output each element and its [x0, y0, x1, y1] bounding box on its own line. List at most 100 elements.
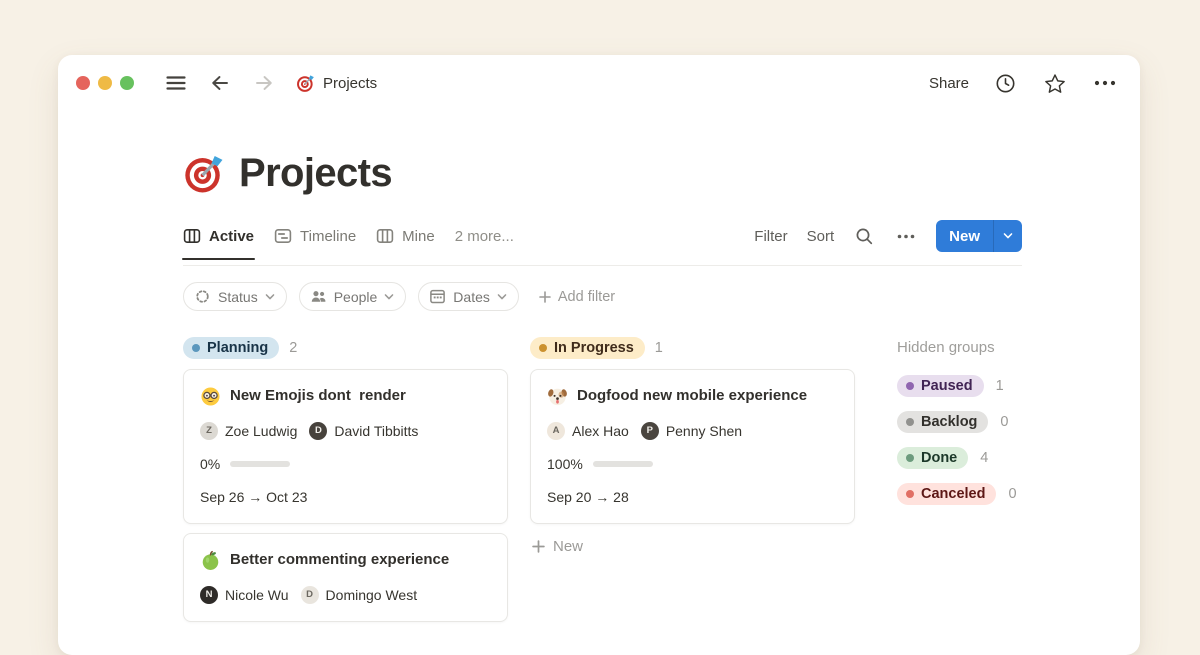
breadcrumb[interactable]: Projects: [296, 74, 377, 93]
more-options-button[interactable]: [1092, 78, 1118, 88]
chevron-down-icon: [497, 293, 507, 301]
updates-button[interactable]: [993, 71, 1018, 96]
view-tabs-row: Active Timeline Mine 2 more... Filter So…: [183, 220, 1022, 266]
traffic-lights: [76, 76, 134, 90]
page-content: Projects Active Timeline Mine 2 more...: [58, 151, 1140, 631]
search-button[interactable]: [853, 225, 876, 248]
dates-filter-chip[interactable]: Dates: [418, 282, 519, 311]
person-name: David Tibbitts: [334, 421, 418, 441]
avatar: D: [309, 422, 327, 440]
clock-icon: [995, 73, 1016, 94]
group-pill-canceled[interactable]: Canceled: [897, 483, 996, 505]
people-filter-chip[interactable]: People: [299, 282, 407, 311]
tab-more-views[interactable]: 2 more...: [455, 228, 514, 245]
group-label: Planning: [207, 340, 268, 356]
back-button[interactable]: [208, 72, 232, 94]
forward-button[interactable]: [252, 72, 276, 94]
chip-label: Dates: [453, 289, 490, 305]
status-dot: [906, 382, 914, 390]
person-name: Nicole Wu: [225, 585, 289, 605]
new-card-label: New: [553, 538, 583, 555]
board-view-icon: [376, 227, 394, 245]
star-icon: [1044, 73, 1066, 94]
forward-arrow-icon: [254, 74, 274, 92]
tab-timeline[interactable]: Timeline: [274, 227, 356, 245]
person-david-tibbitts: D David Tibbitts: [309, 421, 418, 441]
date-range: Sep 26 → Oct 23: [200, 487, 491, 507]
favorite-button[interactable]: [1042, 71, 1068, 96]
view-options-button[interactable]: [895, 232, 917, 241]
hidden-group-paused: Paused 1: [897, 375, 1017, 397]
tab-mine[interactable]: Mine: [376, 227, 435, 245]
status-dot: [906, 490, 914, 498]
chevron-down-icon: [1003, 232, 1013, 240]
hidden-group-canceled: Canceled 0: [897, 483, 1017, 505]
group-count: 1: [996, 378, 1004, 394]
hamburger-icon: [166, 74, 186, 92]
people-icon: [310, 288, 327, 305]
column-in-progress: In Progress 1: [530, 337, 855, 555]
kanban-board: Planning 2 N: [183, 337, 1022, 631]
ellipsis-icon: [897, 234, 915, 239]
back-arrow-icon: [210, 74, 230, 92]
new-button[interactable]: New: [936, 220, 993, 252]
avatar: P: [641, 422, 659, 440]
group-pill-backlog[interactable]: Backlog: [897, 411, 988, 433]
card-dogfood-mobile[interactable]: Dogfood new mobile experience A Alex Hao…: [530, 369, 855, 524]
progress-bar: [593, 461, 653, 467]
ellipsis-icon: [1094, 80, 1116, 86]
status-dot: [192, 344, 200, 352]
sidebar-menu-button[interactable]: [164, 72, 188, 94]
person-penny-shen: P Penny Shen: [641, 421, 742, 441]
person-alex-hao: A Alex Hao: [547, 421, 629, 441]
avatar: Z: [200, 422, 218, 440]
new-dropdown-button[interactable]: [993, 220, 1022, 252]
group-count: 0: [1008, 486, 1016, 502]
person-name: Alex Hao: [572, 421, 629, 441]
status-filter-chip[interactable]: Status: [183, 282, 287, 311]
status-dot: [906, 454, 914, 462]
group-pill-paused[interactable]: Paused: [897, 375, 984, 397]
calendar-icon: [429, 288, 446, 305]
avatar: A: [547, 422, 565, 440]
person-nicole-wu: N Nicole Wu: [200, 585, 289, 605]
tab-active[interactable]: Active: [183, 227, 254, 245]
plus-icon: [532, 540, 545, 553]
group-pill-planning[interactable]: Planning: [183, 337, 279, 359]
new-card-button[interactable]: New: [530, 538, 583, 555]
disguised-face-emoji-icon: [200, 386, 221, 407]
tab-label: Timeline: [300, 228, 356, 245]
card-better-commenting[interactable]: Better commenting experience N Nicole Wu…: [183, 533, 508, 622]
group-label: Done: [921, 450, 957, 466]
avatar: D: [301, 586, 319, 604]
group-label: Canceled: [921, 486, 985, 502]
dartboard-emoji-icon: [296, 74, 315, 93]
add-filter-button[interactable]: Add filter: [539, 289, 615, 305]
tab-label: Active: [209, 228, 254, 245]
board-view-icon: [183, 227, 201, 245]
chevron-down-icon: [265, 293, 275, 301]
dog-face-emoji-icon: [547, 386, 568, 407]
green-apple-emoji-icon: [200, 550, 221, 571]
close-window-button[interactable]: [76, 76, 90, 90]
column-planning: Planning 2 N: [183, 337, 508, 631]
hidden-groups-panel: Hidden groups Paused 1 Backlog 0: [897, 337, 1017, 519]
person-domingo-west: D Domingo West: [301, 585, 418, 605]
group-count: 0: [1000, 414, 1008, 430]
person-zoe-ludwig: Z Zoe Ludwig: [200, 421, 297, 441]
group-pill-done[interactable]: Done: [897, 447, 968, 469]
group-pill-in-progress[interactable]: In Progress: [530, 337, 645, 359]
maximize-window-button[interactable]: [120, 76, 134, 90]
group-label: Paused: [921, 378, 973, 394]
person-name: Zoe Ludwig: [225, 421, 297, 441]
minimize-window-button[interactable]: [98, 76, 112, 90]
sort-button[interactable]: Sort: [807, 228, 835, 245]
status-dot: [539, 344, 547, 352]
card-new-emojis[interactable]: New Emojis dont render Z Zoe Ludwig D Da…: [183, 369, 508, 524]
app-window: Projects Share: [58, 55, 1140, 655]
group-count: 2: [289, 340, 297, 356]
share-button[interactable]: Share: [929, 75, 969, 92]
card-title: Better commenting experience: [230, 549, 449, 571]
filter-button[interactable]: Filter: [754, 228, 787, 245]
group-label: Backlog: [921, 414, 977, 430]
